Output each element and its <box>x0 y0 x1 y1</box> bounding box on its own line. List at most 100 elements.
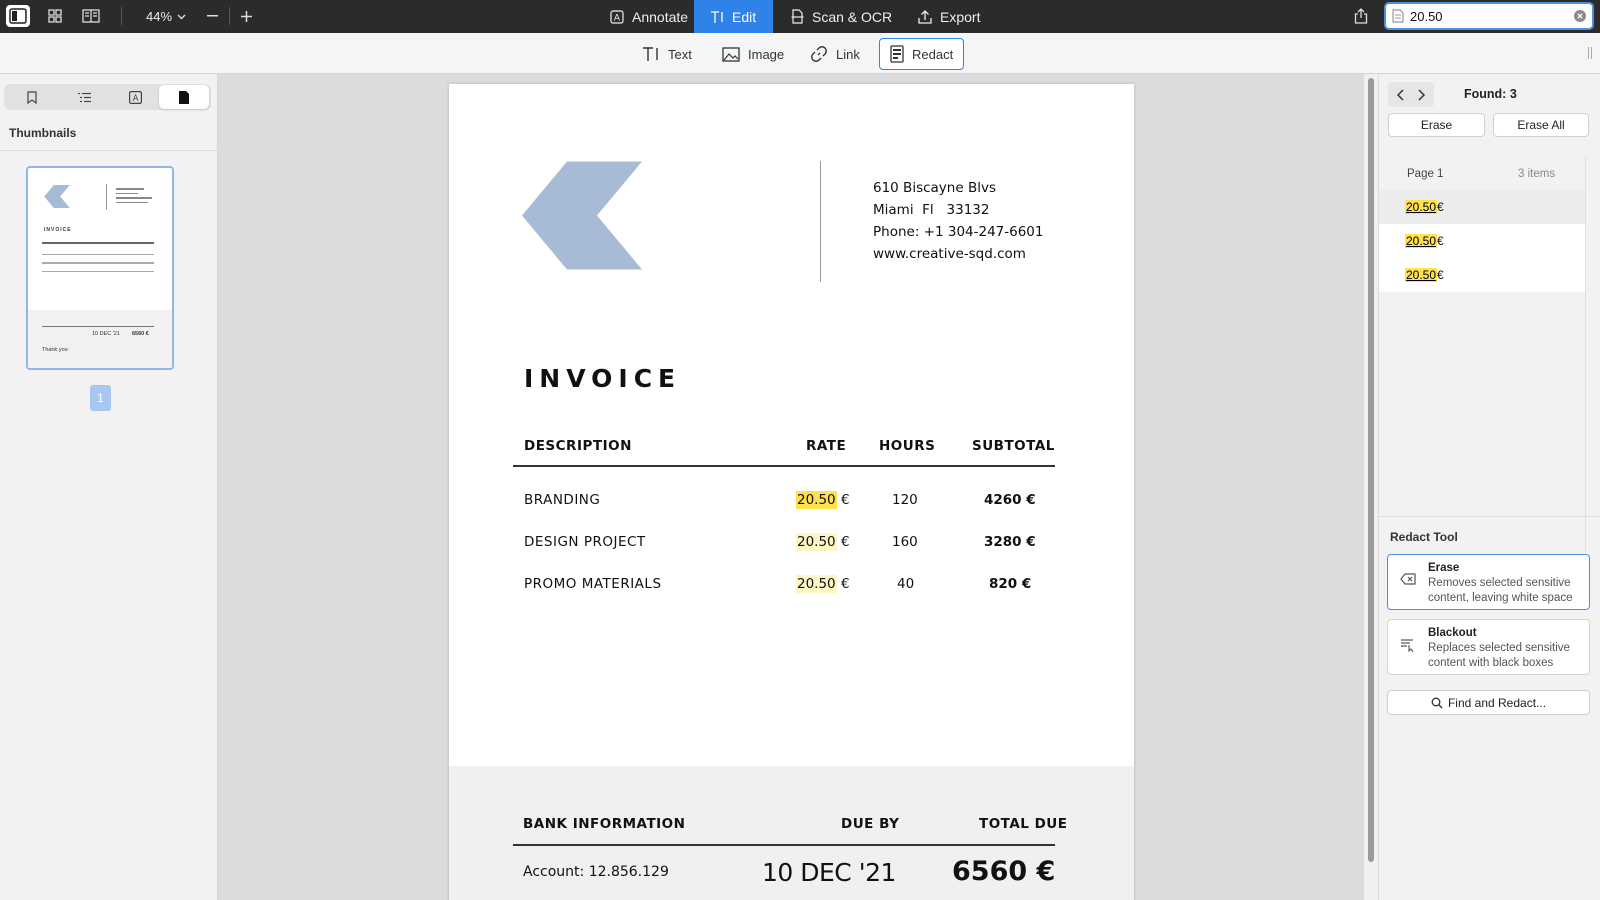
sidebar-toggle-icon[interactable] <box>6 5 30 27</box>
blackout-option[interactable]: Blackout Replaces selected sensitive con… <box>1387 619 1590 675</box>
total-due: 6560 € <box>952 856 1056 887</box>
left-sidebar: A Thumbnails INVOICE 10 DEC '21 6560 € T… <box>0 74 218 900</box>
top-bar: 44% A Annotate Edit Scan & OCR Export <box>0 0 1600 33</box>
erase-option[interactable]: Erase Removes selected sensitive content… <box>1387 554 1590 610</box>
thumb-invoice-title: INVOICE <box>44 227 72 233</box>
search-highlight[interactable]: 20.50 <box>796 491 837 509</box>
bookmark-icon <box>27 90 37 104</box>
redact-tool-button[interactable]: Redact <box>879 38 965 70</box>
row-description: PROMO MATERIALS <box>524 576 662 592</box>
table-header-rule <box>513 465 1055 467</box>
share-icon[interactable] <box>1349 5 1373 27</box>
zoom-out-icon[interactable] <box>200 5 224 27</box>
result-item[interactable]: 20.50 € <box>1379 190 1585 224</box>
tab-edit[interactable]: Edit <box>694 0 773 33</box>
image-tool-button[interactable]: Image <box>712 38 794 70</box>
vertical-scrollbar[interactable] <box>1364 74 1378 900</box>
page-number-badge: 1 <box>90 385 111 411</box>
row-hours: 160 <box>892 534 918 550</box>
row-rate: 20.50 € <box>796 575 850 593</box>
grid-view-icon[interactable] <box>43 5 67 27</box>
text-tool-button[interactable]: Text <box>632 38 702 70</box>
invoice-footer: BANK INFORMATION DUE BY TOTAL DUE Accoun… <box>449 766 1134 900</box>
document-search-icon <box>1392 9 1404 23</box>
zoom-in-icon[interactable] <box>234 5 258 27</box>
divider <box>0 150 218 151</box>
row-rate: 20.50 € <box>796 533 850 551</box>
tab-annotations[interactable]: A <box>110 85 160 109</box>
results-count-label: 3 items <box>1518 168 1556 180</box>
outline-list-icon <box>77 92 91 102</box>
tab-outline[interactable] <box>59 85 109 109</box>
blackout-icon <box>1401 639 1414 652</box>
divider <box>229 7 230 25</box>
row-description: DESIGN PROJECT <box>524 534 646 550</box>
thumb-table-lines <box>42 242 154 272</box>
result-item[interactable]: 20.50 € <box>1379 258 1585 292</box>
redact-tool-title: Redact Tool <box>1390 530 1458 544</box>
results-list: Page 1 3 items 20.50 € 20.50 € 20.50 € <box>1379 156 1585 368</box>
search-highlight[interactable]: 20.50 <box>796 575 837 593</box>
link-tool-button[interactable]: Link <box>800 38 870 70</box>
scrollbar-thumb[interactable] <box>1368 78 1374 862</box>
search-box[interactable] <box>1384 2 1594 30</box>
result-item[interactable]: 20.50 € <box>1379 224 1585 258</box>
edit-toolbar: Text Image Link Redact <box>0 33 1600 74</box>
divider <box>121 7 122 25</box>
divider <box>106 184 107 210</box>
result-nav <box>1388 82 1434 107</box>
tab-annotate[interactable]: A Annotate <box>594 0 704 33</box>
results-page-header: Page 1 3 items <box>1379 156 1585 190</box>
sidebar-title: Thumbnails <box>9 126 77 140</box>
svg-text:A: A <box>614 13 621 23</box>
erase-all-button[interactable]: Erase All <box>1493 113 1589 137</box>
tab-bookmarks[interactable] <box>7 85 57 109</box>
address-line: 610 Biscayne Blvs <box>873 180 996 196</box>
results-scrollbar[interactable] <box>1585 156 1594 588</box>
annotation-icon: A <box>128 90 142 104</box>
search-input[interactable] <box>1410 8 1560 24</box>
reader-view-icon[interactable] <box>79 5 103 27</box>
footer-rule <box>513 844 1055 846</box>
results-page-label: Page 1 <box>1407 168 1444 180</box>
svg-text:A: A <box>132 94 138 104</box>
erase-button[interactable]: Erase <box>1388 113 1485 137</box>
redact-panel: Found: 3 Erase Erase All Page 1 3 items … <box>1378 74 1600 900</box>
zoom-value: 44% <box>146 9 173 24</box>
header-divider <box>820 161 821 282</box>
panel-resize-handle[interactable] <box>1588 47 1592 59</box>
thumb-total: 6560 € <box>132 331 149 337</box>
website-line: www.creative-sqd.com <box>873 246 1026 262</box>
edit-text-icon <box>711 10 723 23</box>
text-tool-icon <box>643 47 658 61</box>
due-date: 10 DEC '21 <box>762 858 896 887</box>
document-page: 610 Biscayne Blvs Miami Fl 33132 Phone: … <box>449 84 1134 900</box>
company-logo <box>522 161 642 270</box>
page-icon <box>179 90 189 104</box>
col-rate: RATE <box>806 438 847 454</box>
logo-mini-icon <box>44 185 70 208</box>
scan-icon <box>791 9 804 24</box>
row-subtotal: 4260 € <box>984 492 1036 508</box>
col-description: DESCRIPTION <box>524 438 632 454</box>
total-due-label: TOTAL DUE <box>979 816 1068 832</box>
row-hours: 40 <box>897 576 915 592</box>
zoom-select[interactable]: 44% <box>146 0 186 33</box>
chevron-right-icon[interactable] <box>1411 85 1431 105</box>
find-and-redact-button[interactable]: Find and Redact... <box>1387 690 1590 715</box>
tab-export[interactable]: Export <box>902 0 996 33</box>
divider <box>1379 516 1600 517</box>
thumb-address <box>116 188 156 203</box>
chevron-left-icon[interactable] <box>1391 85 1411 105</box>
tab-thumbnails[interactable] <box>159 85 209 109</box>
row-subtotal: 820 € <box>989 576 1032 592</box>
phone-line: Phone: +1 304-247-6601 <box>873 224 1044 240</box>
tab-scan-ocr[interactable]: Scan & OCR <box>775 0 908 33</box>
clear-search-icon[interactable] <box>1574 10 1586 22</box>
image-icon <box>722 46 740 62</box>
due-by-label: DUE BY <box>841 816 900 832</box>
search-highlight[interactable]: 20.50 <box>796 533 837 551</box>
page-thumbnail[interactable]: INVOICE 10 DEC '21 6560 € Thank you <box>26 166 174 370</box>
bank-info-label: BANK INFORMATION <box>523 816 686 832</box>
row-description: BRANDING <box>524 492 601 508</box>
